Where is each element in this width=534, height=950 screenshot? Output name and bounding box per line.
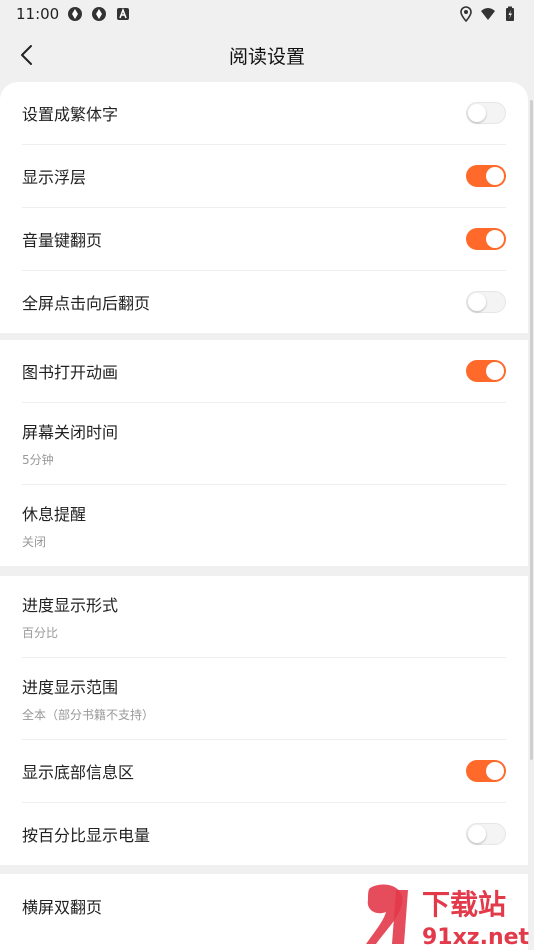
setting-label: 音量键翻页 [22,231,103,250]
volume-key-page-toggle[interactable] [466,228,506,250]
status-time: 11:00 [16,5,60,23]
battery-icon [506,6,514,21]
app-notification-icon [68,7,83,21]
book-open-animation-toggle[interactable] [466,360,506,382]
setting-progress-range[interactable]: 进度显示范围 全本（部分书籍不支持） [22,658,506,740]
traditional-chinese-toggle[interactable] [466,102,506,124]
a-notification-icon [117,7,130,20]
wifi-icon [481,8,495,20]
setting-label: 设置成繁体字 [22,105,119,124]
battery-percent-toggle[interactable] [466,823,506,845]
setting-progress-format[interactable]: 进度显示形式 百分比 [22,576,506,658]
setting-label: 休息提醒 [22,505,87,524]
setting-traditional-chinese[interactable]: 设置成繁体字 [22,82,506,145]
status-bar: 11:00 [0,0,534,28]
setting-label: 按百分比显示电量 [22,826,151,845]
fullscreen-tap-forward-toggle[interactable] [466,291,506,313]
show-overlay-toggle[interactable] [466,165,506,187]
bottom-info-toggle[interactable] [466,760,506,782]
setting-label: 全屏点击向后翻页 [22,294,151,313]
chevron-left-icon [21,45,32,65]
setting-label: 图书打开动画 [22,363,119,382]
setting-label: 屏幕关闭时间 [22,423,119,442]
setting-value: 全本（部分书籍不支持） [22,708,155,722]
setting-show-overlay[interactable]: 显示浮层 [22,145,506,208]
setting-value: 百分比 [22,626,59,640]
location-icon [460,6,472,22]
setting-label: 进度显示形式 [22,596,119,615]
scrollbar[interactable] [530,100,533,760]
svg-text:91xz.net: 91xz.net [422,925,530,948]
setting-label: 显示底部信息区 [22,763,135,782]
setting-screen-off-time[interactable]: 屏幕关闭时间 5分钟 [22,403,506,485]
setting-bottom-info[interactable]: 显示底部信息区 [22,740,506,803]
page-title: 阅读设置 [228,45,305,68]
setting-book-open-animation[interactable]: 图书打开动画 [22,340,506,403]
setting-value: 5分钟 [22,453,54,467]
setting-battery-percent[interactable]: 按百分比显示电量 [22,803,506,865]
setting-value: 关闭 [22,535,47,549]
setting-label: 显示浮层 [22,168,87,187]
back-button[interactable] [10,38,44,72]
title-bar: 阅读设置 [0,28,534,82]
setting-rest-reminder[interactable]: 休息提醒 关闭 [22,485,506,566]
settings-section-1: 设置成繁体字 显示浮层 音量键翻页 全屏点击向后翻页 [0,82,528,333]
setting-label: 横屏双翻页 [22,898,103,917]
svg-text:下载站: 下载站 [422,888,506,921]
setting-label: 进度显示范围 [22,678,119,697]
settings-section-2: 图书打开动画 屏幕关闭时间 5分钟 休息提醒 关闭 [0,340,528,566]
settings-section-3: 进度显示形式 百分比 进度显示范围 全本（部分书籍不支持） 显示底部信息区 按百… [0,576,528,865]
app-notification-icon-2 [92,7,107,21]
setting-fullscreen-tap-forward[interactable]: 全屏点击向后翻页 [22,271,506,333]
setting-volume-key-page[interactable]: 音量键翻页 [22,208,506,271]
watermark-logo: 下载站 91xz.net [366,884,530,948]
